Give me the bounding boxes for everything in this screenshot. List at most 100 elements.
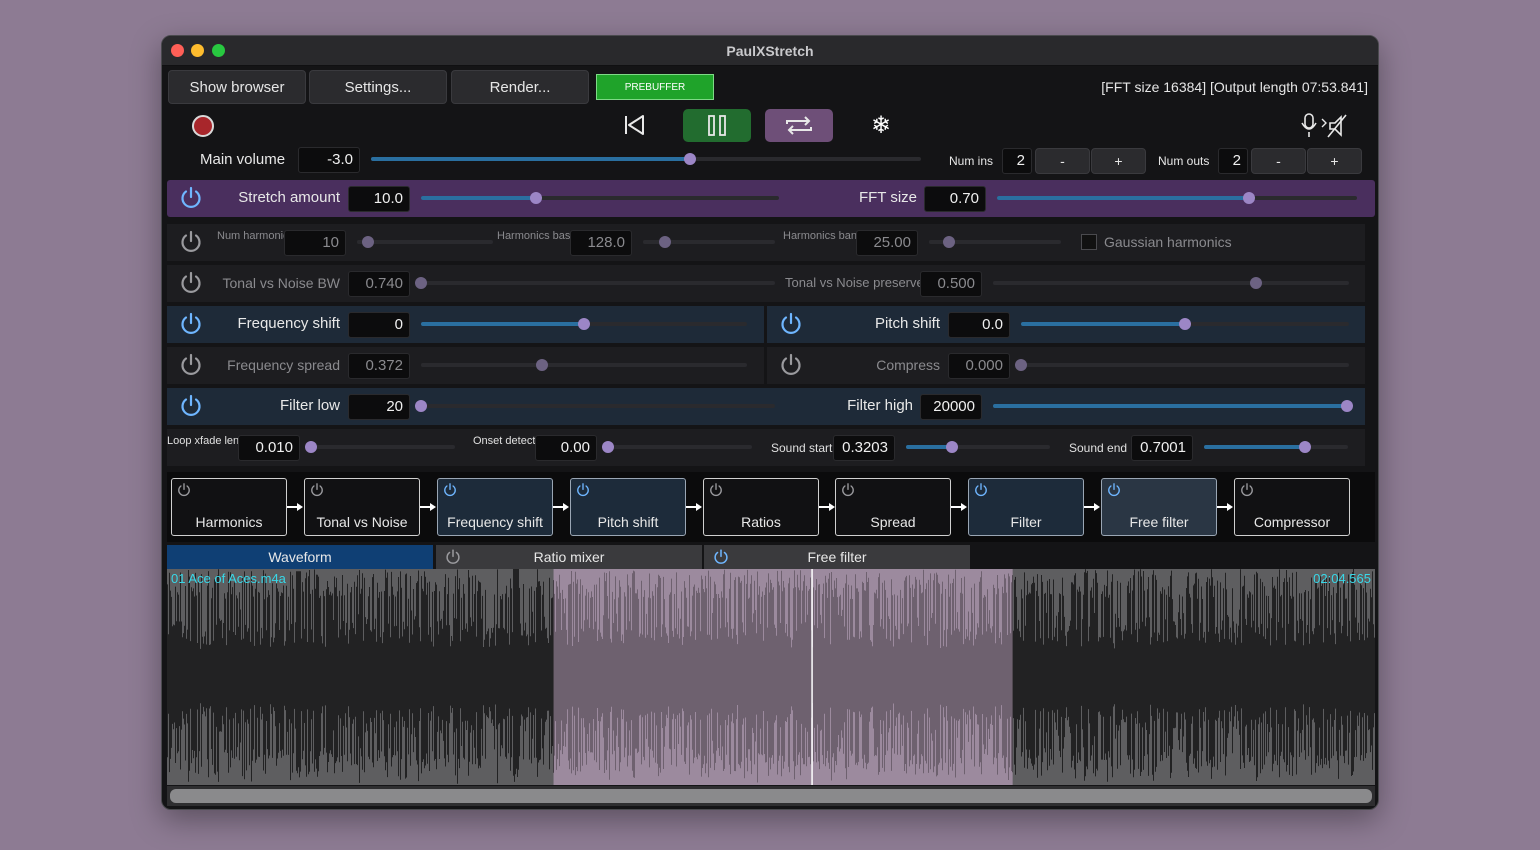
num-outs-decrement-button[interactable]: - <box>1251 148 1306 174</box>
slider-thumb[interactable] <box>942 236 955 248</box>
harmonics-base-freq-slider[interactable] <box>643 234 775 250</box>
chain-ratios[interactable]: Ratios <box>703 478 819 536</box>
onset-detection-value[interactable]: 0.00 <box>535 435 597 461</box>
num-outs-value[interactable]: 2 <box>1218 148 1248 174</box>
main-volume-slider[interactable] <box>371 151 921 167</box>
sound-end-slider[interactable] <box>1204 439 1348 455</box>
module-power-icon[interactable] <box>1106 482 1122 498</box>
sound-end-value[interactable]: 0.7001 <box>1131 435 1193 461</box>
loop-xfade-length-slider[interactable] <box>305 439 455 455</box>
stretch-amount-value[interactable]: 10.0 <box>348 186 410 212</box>
frequency-spread-value[interactable]: 0.372 <box>348 353 410 379</box>
chain-harmonics[interactable]: Harmonics <box>171 478 287 536</box>
scrollbar-thumb[interactable] <box>170 789 1372 803</box>
pause-button[interactable] <box>683 109 751 142</box>
slider-thumb[interactable] <box>684 153 696 165</box>
fft-size-slider[interactable] <box>997 190 1357 206</box>
tonal-vs-noise-preserve-slider[interactable] <box>993 275 1349 291</box>
module-power-icon[interactable] <box>575 482 591 498</box>
compress-value[interactable]: 0.000 <box>948 353 1010 379</box>
slider-thumb[interactable] <box>305 441 317 453</box>
module-power-icon[interactable] <box>973 482 989 498</box>
freeze-snowflake-icon[interactable]: ❄ <box>867 112 895 140</box>
num-harmonics-slider[interactable] <box>357 234 493 250</box>
pitch-shift-power-icon[interactable] <box>778 311 804 337</box>
loop-button[interactable] <box>765 109 833 142</box>
slider-thumb[interactable] <box>1298 441 1311 453</box>
stretch-amount-slider[interactable] <box>421 190 779 206</box>
filter-low-slider[interactable] <box>415 398 775 414</box>
tonal-vs-noise-bw-slider[interactable] <box>415 275 775 291</box>
tab-ratio-mixer[interactable]: Ratio mixer <box>436 545 702 569</box>
slider-thumb[interactable] <box>415 277 427 289</box>
tonal-vs-noise-bw-value[interactable]: 0.740 <box>348 271 410 297</box>
onset-detection-slider[interactable] <box>602 439 752 455</box>
loop-xfade-length-value[interactable]: 0.010 <box>238 435 300 461</box>
chain-compressor[interactable]: Compressor <box>1234 478 1350 536</box>
input-passthrough-icon[interactable] <box>1300 111 1350 141</box>
harmonics-base-freq-value[interactable]: 128.0 <box>570 230 632 256</box>
skip-to-start-icon[interactable] <box>622 113 646 137</box>
module-power-icon[interactable] <box>442 482 458 498</box>
chain-tonal-vs-noise[interactable]: Tonal vs Noise <box>304 478 420 536</box>
slider-thumb[interactable] <box>946 441 959 453</box>
waveform-scrollbar[interactable] <box>167 786 1375 806</box>
num-harmonics-value[interactable]: 10 <box>284 230 346 256</box>
gaussian-harmonics-checkbox[interactable] <box>1081 234 1097 250</box>
slider-thumb[interactable] <box>578 318 590 330</box>
frequency-shift-value[interactable]: 0 <box>348 312 410 338</box>
chain-free-filter[interactable]: Free filter <box>1101 478 1217 536</box>
compress-power-icon[interactable] <box>778 352 804 378</box>
num-outs-increment-button[interactable]: + <box>1307 148 1362 174</box>
slider-thumb[interactable] <box>1179 318 1191 330</box>
slider-thumb[interactable] <box>415 400 427 412</box>
tab-free-filter[interactable]: Free filter <box>704 545 970 569</box>
harmonics-bandwidth-slider[interactable] <box>929 234 1061 250</box>
tonal-vs-noise-preserve-value[interactable]: 0.500 <box>920 271 982 297</box>
num-ins-decrement-button[interactable]: - <box>1035 148 1090 174</box>
module-power-icon[interactable] <box>708 482 724 498</box>
module-power-icon[interactable] <box>1239 482 1255 498</box>
waveform-view[interactable]: 01 Ace of Aces.m4a 02:04.565 <box>167 569 1375 785</box>
render-button[interactable]: Render... <box>451 70 589 104</box>
num-ins-increment-button[interactable]: + <box>1091 148 1146 174</box>
slider-thumb[interactable] <box>361 236 374 248</box>
chain-spread[interactable]: Spread <box>835 478 951 536</box>
settings-button[interactable]: Settings... <box>309 70 447 104</box>
sound-start-slider[interactable] <box>906 439 1050 455</box>
slider-thumb[interactable] <box>1243 192 1255 204</box>
fft-size-value[interactable]: 0.70 <box>924 186 986 212</box>
pitch-shift-slider[interactable] <box>1021 316 1349 332</box>
module-power-icon[interactable] <box>309 482 325 498</box>
slider-thumb[interactable] <box>659 236 672 248</box>
filter-high-slider[interactable] <box>993 398 1353 414</box>
slider-thumb[interactable] <box>529 192 542 204</box>
record-button[interactable] <box>192 115 214 137</box>
compress-slider[interactable] <box>1015 357 1349 373</box>
frequency-spread-slider[interactable] <box>421 357 747 373</box>
chain-pitch-shift[interactable]: Pitch shift <box>570 478 686 536</box>
filter-low-value[interactable]: 20 <box>348 394 410 420</box>
chain-frequency-shift[interactable]: Frequency shift <box>437 478 553 536</box>
module-power-icon[interactable] <box>176 482 192 498</box>
slider-thumb[interactable] <box>1015 359 1027 371</box>
tab-power-icon[interactable] <box>444 548 462 566</box>
filter-high-value[interactable]: 20000 <box>920 394 982 420</box>
chain-filter[interactable]: Filter <box>968 478 1084 536</box>
slider-thumb[interactable] <box>602 441 614 453</box>
frequency-shift-slider[interactable] <box>421 316 747 332</box>
harmonics-bandwidth-value[interactable]: 25.00 <box>856 230 918 256</box>
prebuffer-indicator[interactable]: PREBUFFER <box>596 74 714 100</box>
main-volume-value[interactable]: -3.0 <box>298 147 360 173</box>
show-browser-button[interactable]: Show browser <box>168 70 306 104</box>
sound-start-value[interactable]: 0.3203 <box>833 435 895 461</box>
tab-power-icon[interactable] <box>712 548 730 566</box>
harmonics-power-icon[interactable] <box>178 229 204 255</box>
slider-thumb[interactable] <box>1250 277 1263 289</box>
tab-waveform[interactable]: Waveform <box>167 545 433 569</box>
pitch-shift-value[interactable]: 0.0 <box>948 312 1010 338</box>
num-ins-value[interactable]: 2 <box>1002 148 1032 174</box>
module-power-icon[interactable] <box>840 482 856 498</box>
slider-thumb[interactable] <box>1341 400 1353 412</box>
slider-thumb[interactable] <box>535 359 548 371</box>
